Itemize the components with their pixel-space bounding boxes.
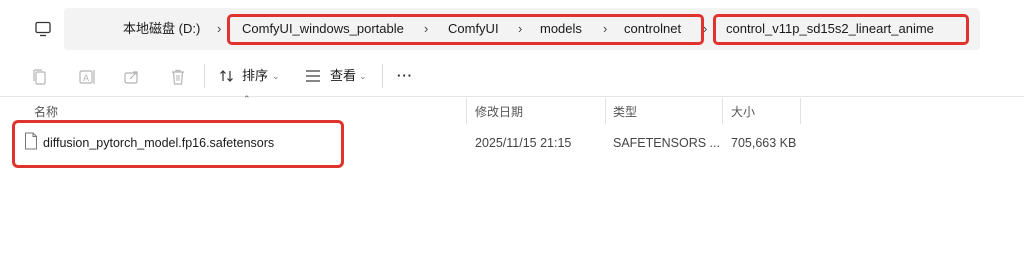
breadcrumb-chevron-icon[interactable]: › <box>703 16 707 42</box>
column-divider[interactable] <box>800 98 801 124</box>
toolbar-divider <box>204 64 205 88</box>
sort-ascending-icon: ⌃ <box>243 94 251 104</box>
file-name[interactable]: diffusion_pytorch_model.fp16.safetensors <box>43 134 274 152</box>
breadcrumb-drive[interactable]: 本地磁盘 (D:) <box>123 16 200 42</box>
file-icon <box>25 132 37 150</box>
column-header-size[interactable]: 大小 <box>731 104 755 120</box>
breadcrumb-models[interactable]: models <box>540 16 582 42</box>
column-header-modified[interactable]: 修改日期 <box>475 104 523 120</box>
column-divider[interactable] <box>466 98 467 124</box>
column-divider[interactable] <box>722 98 723 124</box>
more-options-button[interactable]: ··· <box>397 66 413 86</box>
breadcrumb-comfyui[interactable]: ComfyUI <box>448 16 499 42</box>
delete-icon[interactable] <box>168 68 188 86</box>
breadcrumb-chevron-icon[interactable]: › <box>424 16 428 42</box>
svg-text:A: A <box>83 73 89 83</box>
breadcrumb-chevron-icon[interactable]: › <box>603 16 607 42</box>
toolbar-divider <box>382 64 383 88</box>
sort-button-label[interactable]: 排序 <box>242 66 268 86</box>
view-button-label[interactable]: 查看 <box>330 66 356 86</box>
view-icon[interactable] <box>305 69 321 83</box>
file-type: SAFETENSORS ... <box>613 136 720 150</box>
sort-icon[interactable] <box>219 68 235 84</box>
share-icon[interactable] <box>122 68 142 86</box>
rename-icon[interactable]: A <box>77 68 97 86</box>
file-modified: 2025/11/15 21:15 <box>475 136 572 150</box>
column-divider[interactable] <box>605 98 606 124</box>
column-header-type[interactable]: 类型 <box>613 104 637 120</box>
copy-icon[interactable] <box>30 68 50 86</box>
breadcrumb-current-folder[interactable]: control_v11p_sd15s2_lineart_anime <box>726 16 934 42</box>
view-chevron-down-icon[interactable]: ⌄ <box>359 66 367 86</box>
breadcrumb-chevron-icon[interactable]: › <box>217 16 221 42</box>
this-pc-icon[interactable] <box>34 20 52 38</box>
column-header-name[interactable]: 名称 <box>34 104 58 120</box>
toolbar-bottom-rule <box>0 96 1024 97</box>
breadcrumb-controlnet[interactable]: controlnet <box>624 16 681 42</box>
breadcrumb-chevron-icon[interactable]: › <box>518 16 522 42</box>
file-size: 705,663 KB <box>731 136 797 150</box>
breadcrumb-comfyui-windows-portable[interactable]: ComfyUI_windows_portable <box>242 16 404 42</box>
sort-chevron-down-icon[interactable]: ⌄ <box>272 66 280 86</box>
command-bar <box>0 58 1024 96</box>
